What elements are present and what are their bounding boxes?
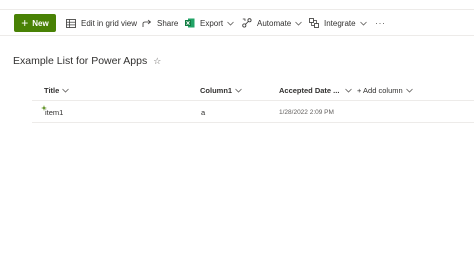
export-button[interactable]: Export [185,17,234,29]
table-row-title[interactable]: item1 [45,108,63,117]
integrate-button[interactable]: Integrate [309,17,367,29]
command-bar-divider [0,35,474,36]
column-header-accepted-date[interactable]: Accepted Date ... [279,85,353,95]
export-label: Export [200,18,224,28]
header-divider [32,100,474,101]
top-border [0,9,474,10]
share-button[interactable]: Share [142,17,178,29]
automate-label: Automate [257,18,292,28]
integrate-label: Integrate [324,18,356,28]
more-options-button[interactable]: ··· [375,17,386,29]
share-label: Share [157,18,179,28]
add-column-label: + Add column [357,85,403,95]
chevron-down-icon [405,88,413,93]
list-header: Example List for Power Apps ☆ [13,55,161,67]
integrate-icon [309,18,319,28]
chevron-down-icon [62,88,70,93]
new-button[interactable]: + New [14,14,56,32]
table-row-column1: a [201,108,206,117]
table-row-accepted-date: 1/28/2022 2:09 PM [279,109,334,116]
edit-in-grid-view-label: Edit in grid view [81,18,138,28]
automate-button[interactable]: Automate [242,17,303,29]
excel-icon [185,18,195,28]
column-header-title-label: Title [44,85,60,95]
command-bar: + New Edit in grid view Share Export Aut… [0,12,474,34]
chevron-down-icon [345,88,353,93]
column-header-column1[interactable]: Column1 [200,85,242,95]
plus-icon: + [21,15,29,30]
add-column-button[interactable]: + Add column [357,85,413,95]
grid-icon [66,18,76,28]
edit-in-grid-view-button[interactable]: Edit in grid view [66,17,137,29]
automate-icon [242,18,252,28]
share-icon [142,19,152,27]
page-title: Example List for Power Apps [13,55,148,67]
favorite-star-icon[interactable]: ☆ [153,56,161,67]
chevron-down-icon [235,88,242,93]
chevron-down-icon [295,21,303,26]
row-divider [32,122,474,123]
more-icon: ··· [375,18,386,28]
new-button-label: New [32,18,49,28]
chevron-down-icon [359,21,367,26]
chevron-down-icon [227,21,234,26]
column-header-column1-label: Column1 [200,85,233,95]
column-header-title[interactable]: Title [44,85,70,95]
column-header-accepted-date-label: Accepted Date ... [279,85,340,95]
